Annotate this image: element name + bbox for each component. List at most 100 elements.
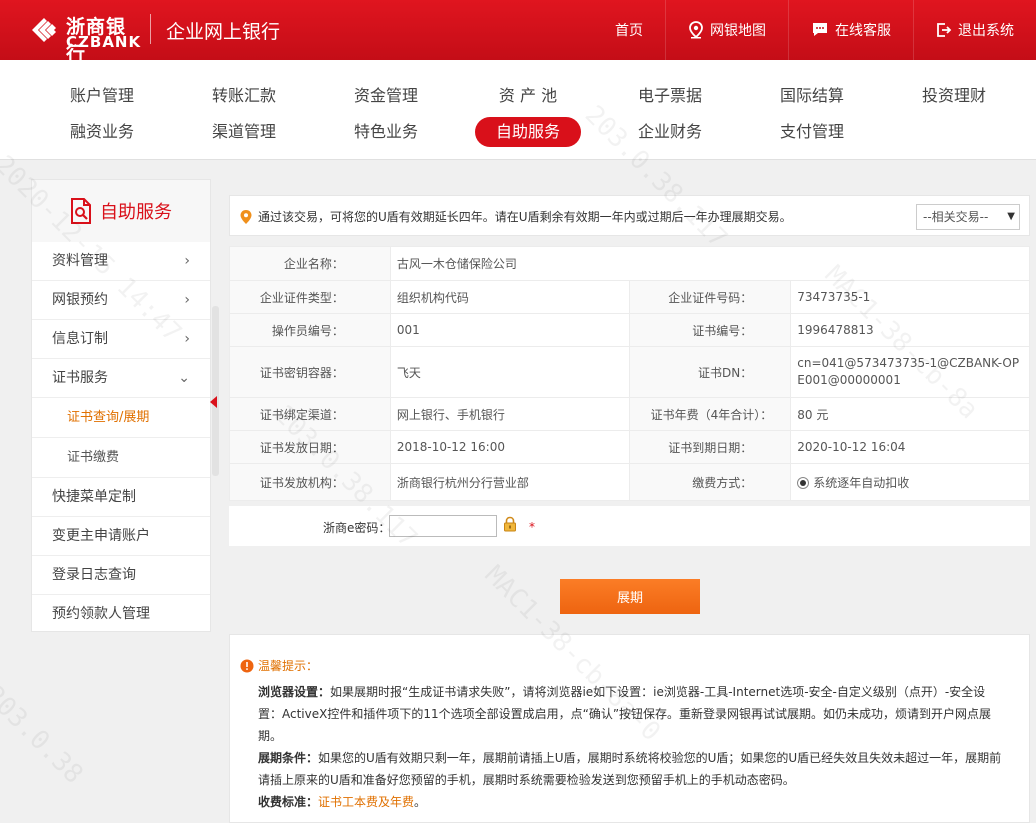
channel-value: 网上银行、手机银行 (389, 397, 631, 431)
channel-label: 证书绑定渠道： (229, 397, 391, 431)
sidebar-title: 自助服务 (100, 202, 172, 223)
menu-featured[interactable]: 特色业务 (333, 117, 439, 147)
menu-e-bill[interactable]: 电子票据 (617, 81, 723, 111)
tip-browser-label: 浏览器设置： (258, 685, 331, 699)
menu-financing[interactable]: 融资业务 (49, 117, 155, 147)
fee-value: 80 元 (790, 397, 1030, 431)
company-name-label: 企业名称： (229, 246, 391, 281)
required-mark: * (529, 520, 535, 534)
issuer-label: 证书发放机构： (229, 463, 391, 501)
sidebar-item-label: 资料管理 (52, 253, 108, 269)
sidebar-item-label: 信息订制 (52, 331, 108, 347)
cert-info-table: 企业名称： 古风一木仓储保险公司 企业证件类型： 组织机构代码 企业证件号码： … (229, 246, 1031, 501)
nav-home-label: 首页 (615, 23, 643, 39)
menu-account-management[interactable]: 账户管理 (49, 81, 155, 111)
pay-method-label: 缴费方式： (629, 463, 792, 501)
pay-method-radio[interactable] (797, 476, 810, 489)
watermark-text: 203.0.38 (0, 680, 89, 790)
extend-button[interactable]: 展期 (560, 579, 700, 614)
chat-icon (813, 23, 827, 36)
app-title: 企业网上银行 (166, 21, 281, 43)
id-no-label: 企业证件号码： (629, 280, 792, 314)
tip-fee-end: 。 (414, 795, 427, 809)
fee-standard-link[interactable]: 证书工本费及年费 (318, 795, 414, 809)
related-select-value: --相关交易-- (923, 210, 989, 224)
document-search-icon (71, 198, 91, 224)
table-row: 证书发放机构： 浙商银行杭州分行营业部 缴费方式： 系统逐年自动扣收 (229, 463, 1030, 501)
sidebar-item-subscription[interactable]: 信息订制 › (32, 320, 210, 359)
sidebar-item-change-main-account[interactable]: 变更主申请账户 (32, 517, 210, 556)
nav-logout[interactable]: 退出系统 (913, 0, 1036, 60)
menu-intl-settlement[interactable]: 国际结算 (759, 81, 865, 111)
cert-no-label: 证书编号： (629, 313, 792, 347)
tip-fee-label: 收费标准： (258, 795, 319, 809)
nav-home[interactable]: 首页 (593, 0, 665, 60)
operator-label: 操作员编号： (229, 313, 391, 347)
nav-site-map-label: 网银地图 (710, 23, 766, 39)
e-password-input[interactable] (389, 515, 497, 537)
sidebar-scrollbar[interactable] (212, 306, 219, 476)
menu-fund-management[interactable]: 资金管理 (333, 81, 439, 111)
expire-date-label: 证书到期日期： (629, 430, 792, 464)
id-no-value: 73473735-1 (790, 280, 1030, 314)
sidebar-item-cert-service[interactable]: 证书服务 ⌄ (32, 359, 210, 398)
tips-title-text: 温馨提示： (258, 659, 319, 673)
menu-asset-pool[interactable]: 资 产 池 (475, 81, 581, 111)
sidebar-item-appointment[interactable]: 网银预约 › (32, 281, 210, 320)
logo-divider (150, 14, 151, 44)
pay-method-cell: 系统逐年自动扣收 (790, 463, 1030, 501)
dn-label: 证书DN： (629, 346, 792, 398)
warning-icon (240, 659, 254, 673)
tips-panel: 温馨提示： 浏览器设置：如果展期时报“生成证书请求失败”，请将浏览器ie如下设置… (229, 634, 1030, 823)
password-label: 浙商e密码： (323, 521, 391, 535)
czbank-logo-icon (32, 18, 56, 42)
lock-icon[interactable] (502, 516, 518, 532)
menu-transfer[interactable]: 转账汇款 (191, 81, 297, 111)
location-info-icon (240, 210, 252, 224)
nav-site-map[interactable]: 网银地图 (665, 0, 788, 60)
cert-no-value: 1996478813 (790, 313, 1030, 347)
notice-text: 通过该交易，可将您的U盾有效期延长四年。请在U盾剩余有效期一年内或过期后一年办理… (258, 210, 792, 224)
sidebar: 自助服务 资料管理 › 网银预约 › 信息订制 › 证书服务 ⌄ 证书查询/展期… (31, 179, 211, 632)
sidebar-item-data-management[interactable]: 资料管理 › (32, 242, 210, 281)
menu-channel-management[interactable]: 渠道管理 (191, 117, 297, 147)
table-row: 企业名称： 古风一木仓储保险公司 (229, 246, 1031, 281)
menu-self-service[interactable]: 自助服务 (475, 117, 581, 147)
logo[interactable]: 浙商银行 CZBANK (28, 10, 144, 65)
top-bar: 浙商银行 CZBANK 企业网上银行 首页 网银地图 在线客服 退出系统 (0, 0, 1036, 65)
table-row: 企业证件类型： 组织机构代码 企业证件号码： 73473735-1 (229, 280, 1030, 314)
nav-online-service[interactable]: 在线客服 (788, 0, 913, 60)
container-label: 证书密钥容器： (229, 346, 391, 398)
sidebar-item-payee-management[interactable]: 预约领款人管理 (32, 595, 210, 634)
main-menu: 账户管理 转账汇款 资金管理 资 产 池 电子票据 国际结算 投资理财 融资业务… (0, 60, 1036, 160)
nav-online-service-label: 在线客服 (835, 23, 891, 39)
sidebar-header: 自助服务 (32, 180, 210, 242)
password-row: 浙商e密码： * (229, 506, 1030, 546)
logo-en-text: CZBANK (66, 33, 142, 51)
dn-value: cn=041@573473735-1@CZBANK-OPE001@0000000… (790, 346, 1030, 398)
sidebar-item-label: 证书服务 (52, 370, 108, 386)
tips-body: 浏览器设置：如果展期时报“生成证书请求失败”，请将浏览器ie如下设置：ie浏览器… (258, 681, 1007, 813)
menu-corporate-finance[interactable]: 企业财务 (617, 117, 723, 147)
sidebar-sub-cert-payment[interactable]: 证书缴费 (32, 438, 210, 478)
container-value: 飞天 (389, 346, 631, 398)
nav-logout-label: 退出系统 (958, 23, 1014, 39)
table-row: 证书密钥容器： 飞天 证书DN： cn=041@573473735-1@CZBA… (229, 346, 1030, 398)
caret-down-icon: ▼ (1007, 211, 1015, 222)
menu-payment-management[interactable]: 支付管理 (759, 117, 865, 147)
tip-browser: 浏览器设置：如果展期时报“生成证书请求失败”，请将浏览器ie如下设置：ie浏览器… (258, 681, 1007, 747)
menu-investment[interactable]: 投资理财 (901, 81, 1007, 111)
expire-date-value: 2020-10-12 16:04 (790, 430, 1030, 464)
id-type-label: 企业证件类型： (229, 280, 391, 314)
id-type-value: 组织机构代码 (389, 280, 631, 314)
sidebar-item-login-log[interactable]: 登录日志查询 (32, 556, 210, 595)
sidebar-sub-cert-query[interactable]: 证书查询/展期 (32, 398, 210, 438)
company-name-value: 古风一木仓储保险公司 (389, 246, 1031, 281)
tip-fee: 收费标准：证书工本费及年费。 (258, 791, 1007, 813)
logout-icon (937, 23, 952, 37)
tip-condition: 展期条件：如果您的U盾有效期只剩一年，展期前请插上U盾，展期时系统将校验您的U盾… (258, 747, 1007, 791)
related-transactions-select[interactable]: --相关交易-- ▼ (916, 204, 1020, 230)
sidebar-item-shortcut-menu[interactable]: 快捷菜单定制 (32, 478, 210, 517)
operator-value: 001 (389, 313, 631, 347)
issue-date-label: 证书发放日期： (229, 430, 391, 464)
